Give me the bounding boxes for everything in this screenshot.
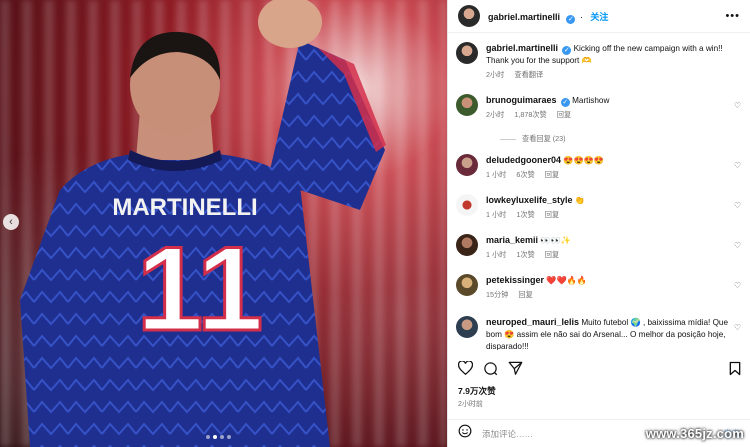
avatar[interactable] (456, 94, 478, 116)
reply-link[interactable]: 回复 (557, 110, 571, 119)
post-header: gabriel.martinelli ✓ · 关注 ••• (448, 0, 750, 33)
action-bar (448, 356, 750, 380)
view-replies-link[interactable]: 查看回复 (23) (500, 134, 566, 144)
avatar[interactable] (456, 316, 478, 338)
comment-row: deludedgooner04 😍😍😍😍 1 小时 6次赞 回复 ♡ (456, 154, 743, 181)
comment-row: neuroped_mauri_lelis Muito futebol 🌍 , b… (456, 316, 743, 350)
jersey-name: MARTINELLI (112, 194, 257, 221)
comment-text: Martishow (572, 96, 610, 105)
heart-icon[interactable]: ♡ (734, 241, 741, 250)
avatar[interactable] (456, 42, 478, 64)
follow-button[interactable]: 关注 (590, 12, 608, 22)
comment-time: 15分钟 (486, 290, 509, 299)
reply-link[interactable]: 回复 (545, 170, 559, 179)
heart-icon[interactable]: ♡ (734, 161, 741, 170)
avatar[interactable] (458, 5, 480, 27)
comment-row: lowkeyluxelife_style 👏 1 小时 1次赞 回复 ♡ (456, 194, 743, 221)
carousel-dot (220, 435, 224, 439)
caption-time: 2小时 (486, 70, 505, 79)
comment-likes[interactable]: 6次赞 (516, 170, 534, 179)
verified-badge-icon: ✓ (560, 98, 570, 107)
heart-icon[interactable]: ♡ (734, 323, 741, 332)
avatar[interactable] (456, 194, 478, 216)
post-side-panel: gabriel.martinelli ✓ · 关注 ••• gabriel.ma… (447, 0, 750, 447)
verified-badge-icon: ✓ (566, 15, 576, 24)
avatar[interactable] (456, 274, 478, 296)
carousel-dots (206, 435, 231, 439)
comment-author[interactable]: brunoguimaraes (486, 95, 557, 105)
comment-row: petekissinger ❤️❤️🔥🔥 15分钟 回复 ♡ (456, 274, 743, 301)
comment-text: ❤️❤️🔥🔥 (546, 276, 588, 285)
emoji-icon[interactable] (458, 424, 472, 443)
comment-author[interactable]: maria_kemii (486, 235, 538, 245)
avatar[interactable] (456, 234, 478, 256)
carousel-dot (206, 435, 210, 439)
comment-time: 1 小时 (486, 170, 507, 179)
comment-row: brunoguimaraes ✓ Martishow 2小时 1,878次赞 回… (456, 94, 743, 121)
comment-row: maria_kemii 👀👀✨ 1 小时 1次赞 回复 ♡ (456, 234, 743, 261)
comment-text: 😍😍😍😍 (563, 156, 605, 165)
more-icon[interactable]: ••• (725, 10, 740, 22)
comment-author[interactable]: deludedgooner04 (486, 155, 561, 165)
carousel-dot-active (213, 435, 217, 439)
translate-link[interactable]: 查看翻译 (514, 70, 543, 79)
avatar[interactable] (456, 154, 478, 176)
caption-row: gabriel.martinelli ✓ Kicking off the new… (456, 42, 743, 81)
reply-link[interactable]: 回复 (545, 250, 559, 259)
comment-author[interactable]: neuroped_mauri_lelis (486, 317, 579, 327)
comments-list[interactable]: gabriel.martinelli ✓ Kicking off the new… (448, 34, 750, 350)
comment-time: 2小时 (486, 110, 505, 119)
watermark: www.365jz.com (645, 426, 744, 441)
comment-time: 1 小时 (486, 210, 507, 219)
comment-input[interactable]: 添加评论…… (482, 428, 533, 440)
comment-author[interactable]: lowkeyluxelife_style (486, 195, 573, 205)
jersey-number: 11 (137, 222, 264, 356)
heart-icon[interactable]: ♡ (734, 281, 741, 290)
comment-likes[interactable]: 1次赞 (516, 210, 534, 219)
comment-time: 1 小时 (486, 250, 507, 259)
post-photo[interactable]: MARTINELLI 11 ‹ (0, 0, 447, 447)
comment-author[interactable]: petekissinger (486, 275, 544, 285)
heart-icon[interactable] (458, 361, 473, 375)
chevron-left-icon[interactable]: ‹ (3, 214, 19, 230)
comment-icon[interactable] (483, 361, 498, 376)
post-timestamp: 2小时前 (458, 401, 483, 408)
carousel-dot (227, 435, 231, 439)
heart-icon[interactable]: ♡ (734, 201, 741, 210)
bookmark-icon[interactable] (729, 361, 741, 376)
reply-link[interactable]: 回复 (518, 290, 532, 299)
verified-badge-icon: ✓ (562, 46, 572, 55)
reply-link[interactable]: 回复 (545, 210, 559, 219)
comment-text: 👏 (574, 196, 586, 205)
caption-author[interactable]: gabriel.martinelli (486, 43, 558, 53)
comment-likes[interactable]: 1次赞 (516, 250, 534, 259)
author-username[interactable]: gabriel.martinelli (488, 12, 560, 22)
share-icon[interactable] (508, 361, 523, 375)
player-illustration: MARTINELLI 11 (20, 0, 386, 447)
heart-icon[interactable]: ♡ (734, 101, 741, 110)
comment-text: 👀👀✨ (540, 236, 571, 245)
like-count[interactable]: 7.9万次赞 (458, 385, 496, 397)
comment-likes[interactable]: 1,878次赞 (514, 110, 546, 119)
